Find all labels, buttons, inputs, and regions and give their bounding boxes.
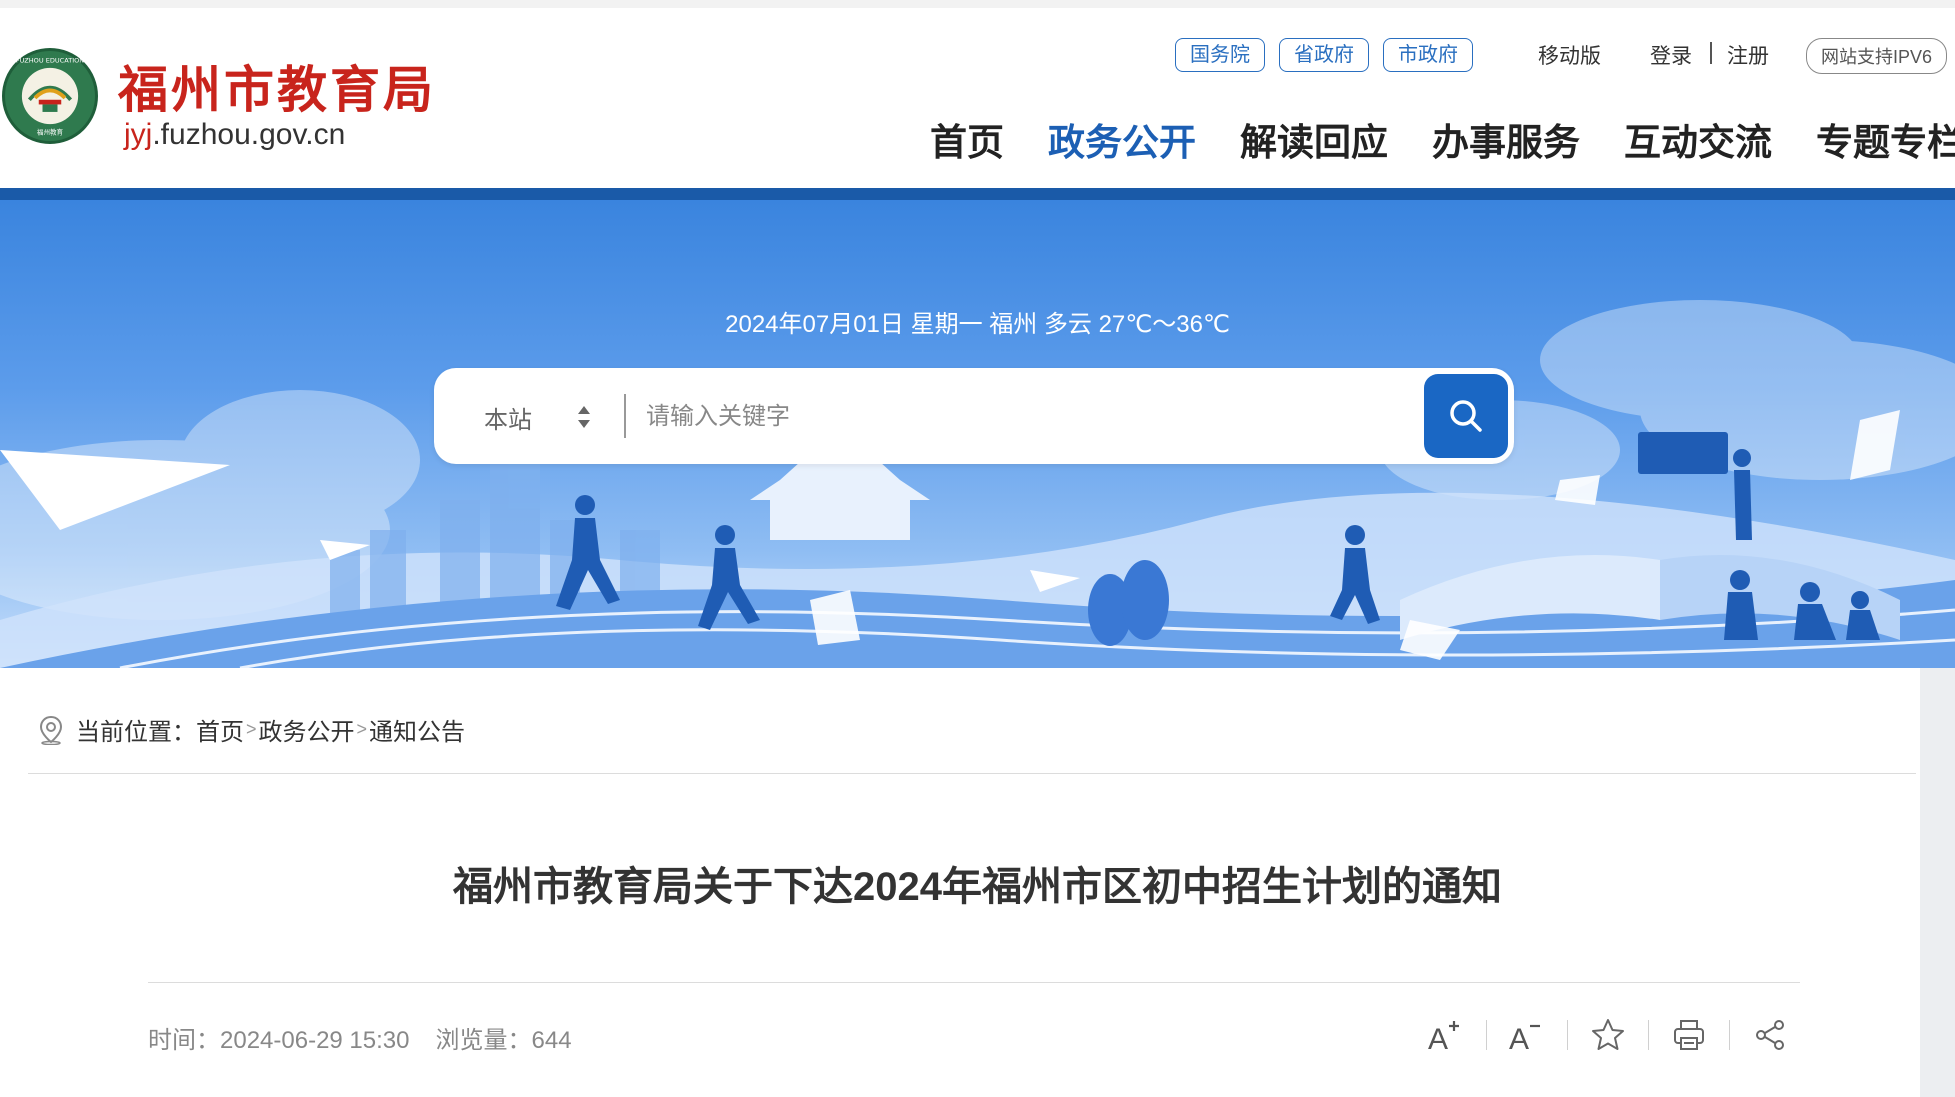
print-button[interactable] <box>1663 1012 1715 1058</box>
tool-separator <box>1648 1020 1649 1050</box>
search-icon <box>1450 400 1482 432</box>
site-url-rest: .fuzhou.gov.cn <box>152 118 346 151</box>
search-button[interactable] <box>1424 374 1508 458</box>
ipv6-badge: 网站支持IPV6 <box>1806 38 1948 74</box>
nav-item-topics[interactable]: 专题专栏 <box>1816 112 1955 166</box>
search-scope-select[interactable]: 本站 <box>484 400 532 435</box>
header-blue-band <box>0 188 1955 200</box>
location-pin-icon <box>39 715 63 745</box>
site-header: FUZHOU EDUCATION 福州教育 福州市教育局 jyj.fuzhou.… <box>0 8 1955 188</box>
breadcrumb-separator: > <box>356 719 368 739</box>
right-scroll-strip <box>1920 668 1955 1097</box>
breadcrumb-separator: > <box>246 719 257 739</box>
search-divider <box>624 394 626 438</box>
search-box: 本站 <box>434 368 1514 464</box>
view-count: 浏览量：644 <box>435 1027 572 1054</box>
printer-icon <box>1674 1020 1704 1050</box>
site-logo-emblem[interactable]: FUZHOU EDUCATION 福州教育 <box>2 48 98 144</box>
share-button[interactable] <box>1744 1012 1796 1058</box>
nav-item-services[interactable]: 办事服务 <box>1432 112 1580 166</box>
date-weather: 2024年07月01日 星期一 福州 多云 27℃～36℃ <box>725 311 1230 338</box>
sort-arrows-icon[interactable] <box>574 398 594 434</box>
article-title: 福州市教育局关于下达2024年福州市区初中招生计划的通知 <box>453 865 1502 909</box>
top-strip <box>0 0 1955 8</box>
login-separator <box>1710 42 1712 64</box>
favorite-button[interactable] <box>1582 1012 1634 1058</box>
star-icon <box>1592 1019 1624 1050</box>
breadcrumb-label: 当前位置： <box>76 719 196 746</box>
pavilion <box>750 462 930 540</box>
share-icon <box>1756 1020 1784 1050</box>
gov-link-city[interactable]: 市政府 <box>1383 38 1473 72</box>
article-meta: 时间：2024-06-29 15:30 浏览量：644 <box>148 1020 572 1055</box>
breadcrumb-item-notices[interactable]: 通知公告 <box>369 712 465 747</box>
article-container: 当前位置： 首页 > 政务公开 > 通知公告 福州市教育局关于下达2024年福州… <box>0 668 1920 1097</box>
svg-text:A: A <box>1428 1023 1448 1053</box>
education-emblem-icon: FUZHOU EDUCATION 福州教育 <box>8 54 92 138</box>
title-divider <box>148 982 1800 983</box>
tool-separator <box>1729 1020 1730 1050</box>
site-url-highlight: jyj <box>124 118 153 151</box>
breadcrumb: 当前位置： 首页 > 政务公开 > 通知公告 <box>38 712 465 747</box>
breadcrumb-item-government-affairs[interactable]: 政务公开 <box>259 712 355 747</box>
gov-link-state-council[interactable]: 国务院 <box>1175 38 1265 72</box>
main-nav: 首页 政务公开 解读回应 办事服务 互动交流 专题专栏 <box>930 112 1955 166</box>
register-link[interactable]: 注册 <box>1727 40 1769 70</box>
site-url: jyj.fuzhou.gov.cn <box>124 118 345 152</box>
site-title[interactable]: 福州市教育局 <box>118 50 436 122</box>
svg-text:A: A <box>1509 1023 1529 1053</box>
tool-separator <box>1567 1020 1568 1050</box>
logo-bottom-text: 福州教育 <box>37 127 64 136</box>
nav-item-home[interactable]: 首页 <box>930 112 1004 166</box>
logo-ring-text: FUZHOU EDUCATION <box>16 56 84 64</box>
publish-time: 时间：2024-06-29 15:30 <box>148 1027 410 1054</box>
article-tools: A A <box>1420 1012 1796 1058</box>
mobile-version-link[interactable]: 移动版 <box>1538 40 1601 70</box>
font-increase-icon: A <box>1428 1021 1459 1053</box>
font-decrease-button[interactable]: A <box>1501 1012 1553 1058</box>
hero-banner: 2024年07月01日 星期一 福州 多云 27℃～36℃ 本站 <box>0 200 1955 668</box>
font-decrease-icon: A <box>1509 1023 1540 1053</box>
font-increase-button[interactable]: A <box>1420 1012 1472 1058</box>
gov-link-province[interactable]: 省政府 <box>1279 38 1369 72</box>
nav-item-interpretation[interactable]: 解读回应 <box>1240 112 1388 166</box>
gov-links: 国务院 省政府 市政府 <box>1175 38 1473 72</box>
search-input[interactable] <box>644 392 1348 442</box>
nav-item-government-affairs[interactable]: 政务公开 <box>1048 112 1196 166</box>
tool-separator <box>1486 1020 1487 1050</box>
breadcrumb-divider <box>28 773 1916 774</box>
breadcrumb-item-home[interactable]: 首页 <box>196 712 244 747</box>
nav-item-interaction[interactable]: 互动交流 <box>1624 112 1772 166</box>
login-link[interactable]: 登录 <box>1650 40 1692 70</box>
